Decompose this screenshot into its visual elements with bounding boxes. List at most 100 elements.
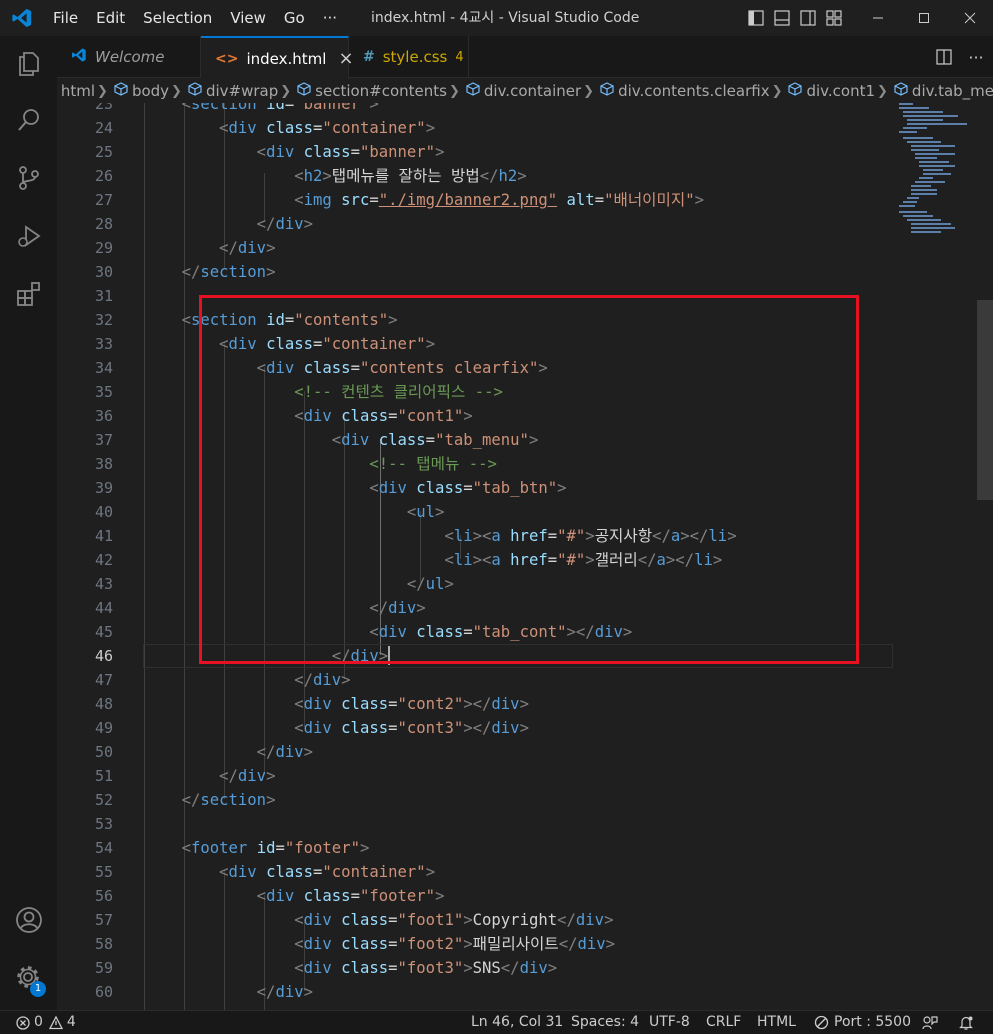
vscode-logo-icon (71, 47, 87, 67)
code-line[interactable]: 58 <div class="foot2">패밀리사이트</div> (57, 932, 917, 956)
code-line[interactable]: 29 </div> (57, 236, 917, 260)
code-line[interactable]: 55 <div class="container"> (57, 860, 917, 884)
code-line[interactable]: 51 </div> (57, 764, 917, 788)
line-number: 29 (94, 239, 113, 257)
code-text: <div class="banner"> (256, 143, 445, 161)
live-server-port[interactable]: Port : 5500 (814, 1011, 911, 1034)
toggle-panel-icon[interactable] (769, 0, 795, 36)
search-icon[interactable] (0, 96, 57, 144)
line-number: 57 (94, 911, 113, 929)
chevron-right-icon: ❯ (171, 83, 182, 99)
language-mode[interactable]: HTML (757, 1011, 796, 1034)
code-line[interactable]: 48 <div class="cont2"></div> (57, 692, 917, 716)
code-line[interactable]: 28 </div> (57, 212, 917, 236)
cursor-position[interactable]: Ln 46, Col 31 (471, 1011, 563, 1034)
menu-go[interactable]: Go (275, 9, 314, 27)
code-text: <div class="foot2">패밀리사이트</div> (294, 935, 616, 953)
code-line[interactable]: 25 <div class="banner"> (57, 140, 917, 164)
scrollbar-thumb[interactable] (977, 300, 993, 500)
menu-view[interactable]: View (221, 9, 275, 27)
toggle-secondary-sidebar-icon[interactable] (795, 0, 821, 36)
code-line[interactable]: 26 <h2>탭메뉴를 잘하는 방법</h2> (57, 164, 917, 188)
vertical-scrollbar[interactable] (977, 103, 993, 1010)
breadcrumb-item[interactable]: div.container (462, 82, 581, 100)
extensions-icon[interactable] (0, 270, 57, 318)
tab-style-css[interactable]: # style.css 4 (349, 36, 469, 78)
toggle-primary-sidebar-icon[interactable] (743, 0, 769, 36)
problems-indicator[interactable]: 0 4 (16, 1011, 76, 1034)
account-icon[interactable] (0, 896, 57, 944)
line-number: 49 (94, 719, 113, 737)
code-text: <section id="banner"> (181, 103, 379, 113)
line-number: 51 (94, 767, 113, 785)
error-icon (16, 1015, 30, 1030)
maximize-button[interactable] (901, 0, 947, 36)
breadcrumb-item[interactable]: div#wrap (184, 82, 278, 100)
breadcrumb-item[interactable]: div.contents.clearfix (596, 82, 770, 100)
breadcrumb-item[interactable]: div.cont1 (784, 82, 875, 100)
code-line[interactable]: 30 </section> (57, 260, 917, 284)
indentation[interactable]: Spaces: 4 (571, 1011, 639, 1034)
code-line[interactable]: 27 <img src="./img/banner2.png" alt="배너이… (57, 188, 917, 212)
split-editor-icon[interactable] (929, 49, 959, 65)
gear-icon[interactable]: 1 (0, 954, 57, 1002)
line-number: 25 (94, 143, 113, 161)
breadcrumb-item[interactable]: body (110, 82, 169, 100)
code-text: </div> (256, 983, 314, 1001)
line-number: 33 (94, 335, 113, 353)
code-line[interactable]: 50 </div> (57, 740, 917, 764)
code-line[interactable]: 47 </div> (57, 668, 917, 692)
minimize-button[interactable] (855, 0, 901, 36)
feedback-icon[interactable] (922, 1011, 938, 1034)
more-actions-button[interactable]: ··· (959, 48, 993, 67)
tab-label: Welcome (95, 48, 165, 66)
menu-selection[interactable]: Selection (134, 9, 221, 27)
code-line[interactable]: 49 <div class="cont3"></div> (57, 716, 917, 740)
code-text: </div> (256, 215, 314, 233)
customize-layout-icon[interactable] (821, 0, 847, 36)
element-cube-icon (788, 82, 803, 100)
source-control-icon[interactable] (0, 154, 57, 202)
menu-more-button[interactable]: ··· (314, 9, 346, 27)
code-line[interactable]: 23 <section id="banner"> (57, 103, 917, 116)
bell-icon[interactable] (958, 1011, 974, 1034)
line-number: 53 (94, 815, 113, 833)
code-line[interactable]: 53 (57, 812, 917, 836)
line-number: 40 (94, 503, 113, 521)
title-bar: File Edit Selection View Go ··· index.ht… (0, 0, 993, 36)
chevron-right-icon: ❯ (583, 83, 595, 99)
close-window-button[interactable] (947, 0, 993, 36)
code-line[interactable]: 54 <footer id="footer"> (57, 836, 917, 860)
line-number: 59 (94, 959, 113, 977)
code-line[interactable]: 59 <div class="foot3">SNS</div> (57, 956, 917, 980)
element-cube-icon (600, 82, 614, 100)
line-number: 35 (94, 383, 113, 401)
line-number: 54 (94, 839, 113, 857)
breadcrumb-item[interactable]: section#contents (293, 82, 447, 100)
breadcrumb-item[interactable]: div.tab_menu (890, 82, 993, 100)
tab-index-html[interactable]: <> index.html × (201, 36, 354, 79)
code-line[interactable]: 60 </div> (57, 980, 917, 1004)
element-cube-icon (894, 82, 908, 100)
code-text: <div class="cont3"></div> (294, 719, 529, 737)
settings-badge: 1 (30, 981, 46, 997)
line-number: 55 (94, 863, 113, 881)
code-line[interactable]: 57 <div class="foot1">Copyright</div> (57, 908, 917, 932)
activity-bar: 1 (0, 36, 57, 1010)
line-number: 46 (94, 647, 113, 665)
menu-file[interactable]: File (44, 9, 87, 27)
breadcrumb: ⟩html ❯ body ❯ div#wrap ❯ section#conten… (57, 79, 993, 103)
line-number: 39 (94, 479, 113, 497)
encoding[interactable]: UTF-8 (649, 1011, 690, 1034)
tab-welcome[interactable]: Welcome (57, 36, 201, 78)
explorer-icon[interactable] (0, 40, 57, 88)
run-debug-icon[interactable] (0, 212, 57, 260)
breadcrumb-item[interactable]: ⟩html (57, 82, 95, 100)
code-line[interactable]: 24 <div class="container"> (57, 116, 917, 140)
code-line[interactable]: 52 </section> (57, 788, 917, 812)
minimap[interactable] (893, 103, 981, 243)
code-text: </section> (181, 791, 276, 809)
end-of-line[interactable]: CRLF (706, 1011, 741, 1034)
menu-edit[interactable]: Edit (87, 9, 134, 27)
code-line[interactable]: 56 <div class="footer"> (57, 884, 917, 908)
